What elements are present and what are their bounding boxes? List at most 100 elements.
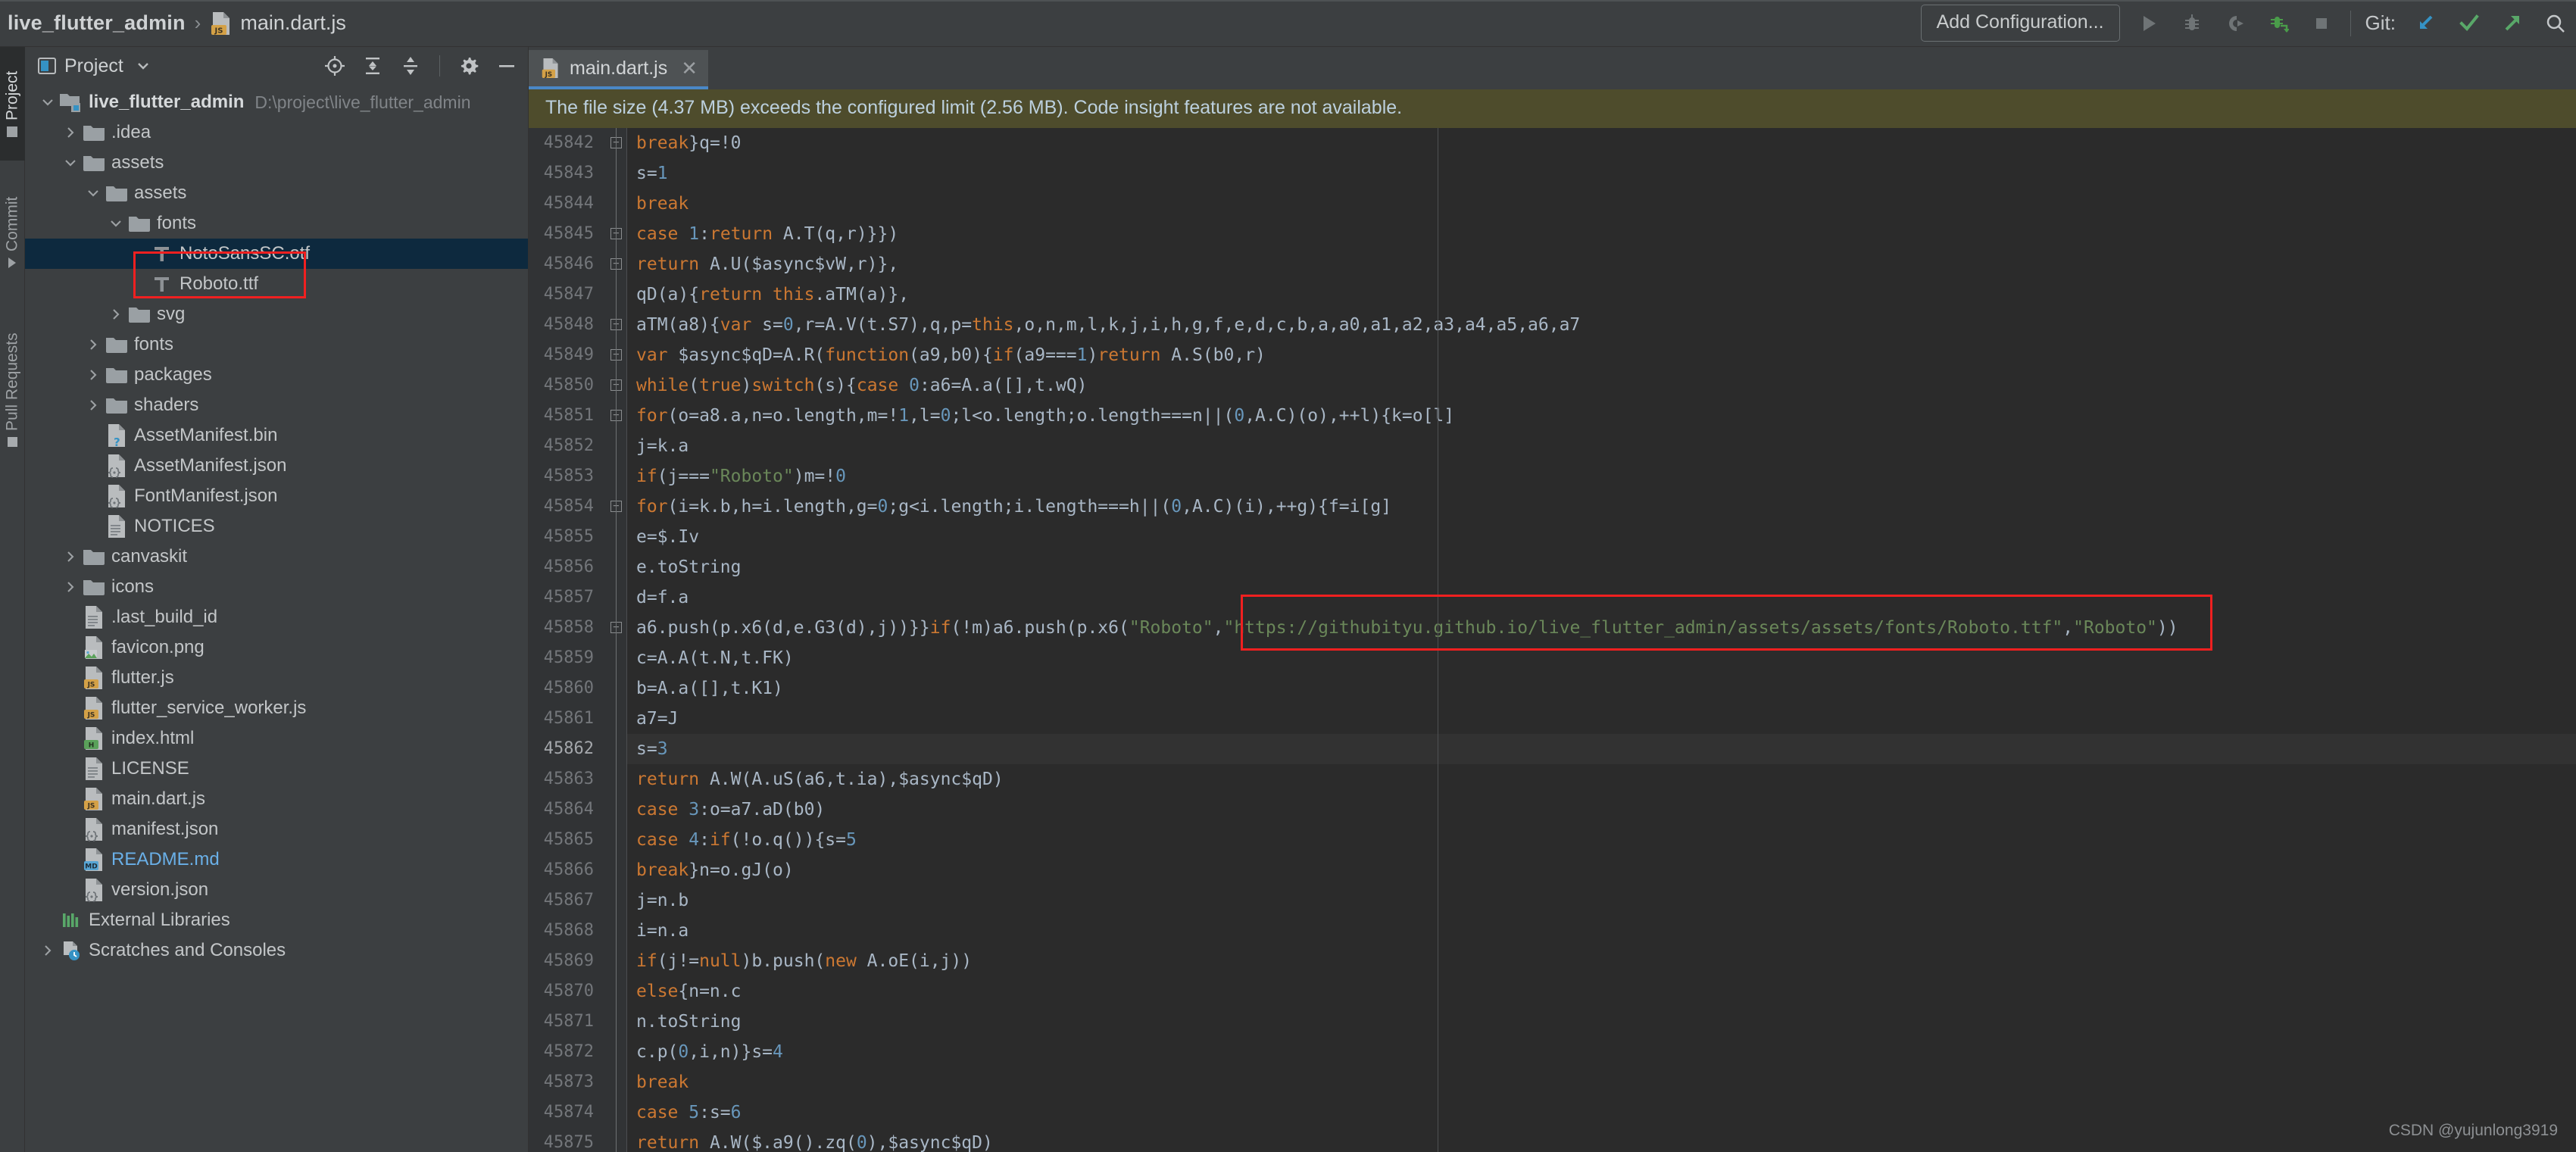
chevron-down-icon[interactable] [105, 216, 126, 231]
tree-row-assetmanifest-json[interactable]: AssetManifest.json [25, 451, 528, 481]
tree-row-packages[interactable]: packages [25, 360, 528, 390]
git-update-icon[interactable] [2412, 9, 2440, 38]
code-line[interactable]: case 4:if(!o.q()){s=5 [627, 825, 2576, 855]
git-push-icon[interactable] [2498, 9, 2527, 38]
code-line[interactable]: case 1:return A.T(q,r)}}) [627, 219, 2576, 249]
tree-row--last-build-id[interactable]: .last_build_id [25, 602, 528, 632]
tree-row-canvaskit[interactable]: canvaskit [25, 542, 528, 572]
expand-all-icon[interactable] [361, 54, 385, 78]
locate-icon[interactable] [323, 54, 347, 78]
code-line[interactable]: e=$.Iv [627, 522, 2576, 552]
code-line[interactable]: e.toString [627, 552, 2576, 582]
code-line[interactable]: for(i=k.b,h=i.length,g=0;g<i.length;i.le… [627, 492, 2576, 522]
code-viewport[interactable]: 45842 45843 45844 45845 45846 45847 45848 45849… [529, 128, 2576, 1152]
code-line[interactable]: var $async$qD=A.R(function(a9,b0){if(a9=… [627, 340, 2576, 370]
chevron-right-icon[interactable] [83, 398, 104, 413]
tree-row-assets[interactable]: assets [25, 178, 528, 208]
run-icon[interactable] [2134, 9, 2163, 38]
tree-row--idea[interactable]: .idea [25, 117, 528, 148]
code-line[interactable]: else{n=n.c [627, 976, 2576, 1007]
chevron-down-icon[interactable] [83, 186, 104, 201]
tree-row-version-json[interactable]: version.json [25, 875, 528, 905]
tree-row-flutter-service-worker-js[interactable]: JS flutter_service_worker.js [25, 693, 528, 723]
tree-row-notices[interactable]: NOTICES [25, 511, 528, 542]
code-line[interactable]: s=1 [627, 158, 2576, 189]
code-line[interactable]: a6.push(p.x6(d,e.G3(d),j))}}if(!m)a6.pus… [627, 613, 2576, 643]
breadcrumb-project[interactable]: live_flutter_admin [8, 11, 186, 35]
tree-row-assetmanifest-bin[interactable]: ? AssetManifest.bin [25, 420, 528, 451]
tree-row-scratches-and-consoles[interactable]: Scratches and Consoles [25, 935, 528, 966]
code-line[interactable]: d=f.a [627, 582, 2576, 613]
chevron-right-icon[interactable] [83, 367, 104, 382]
collapse-all-icon[interactable] [398, 54, 423, 78]
stop-icon[interactable] [2307, 9, 2336, 38]
code-line[interactable]: if(j==="Roboto")m=!0 [627, 461, 2576, 492]
tree-row-live-flutter-admin[interactable]: live_flutter_admin D:\project\live_flutte… [25, 87, 528, 117]
code-line[interactable]: s=3 [627, 734, 2576, 764]
code-line[interactable]: while(true)switch(s){case 0:a6=A.a([],t.… [627, 370, 2576, 401]
project-tree[interactable]: live_flutter_admin D:\project\live_flutte… [25, 85, 528, 1152]
tree-row-external-libraries[interactable]: External Libraries [25, 905, 528, 935]
profile-icon[interactable] [2264, 9, 2293, 38]
close-icon[interactable]: ✕ [676, 57, 698, 80]
code-line[interactable]: b=A.a([],t.K1) [627, 673, 2576, 704]
tree-row-flutter-js[interactable]: JS flutter.js [25, 663, 528, 693]
git-commit-icon[interactable] [2455, 9, 2484, 38]
chevron-down-icon[interactable] [136, 58, 151, 73]
add-configuration-button[interactable]: Add Configuration... [1920, 5, 2120, 42]
code-line[interactable]: aTM(a8){var s=0,r=A.V(t.S7),q,p=this,o,n… [627, 310, 2576, 340]
minimize-icon[interactable] [495, 54, 519, 78]
code-line[interactable]: c.p(0,i,n)}s=4 [627, 1037, 2576, 1067]
tree-row-fonts[interactable]: fonts [25, 208, 528, 239]
chevron-down-icon[interactable] [37, 95, 58, 110]
search-icon[interactable] [2541, 9, 2570, 38]
code-line[interactable]: j=k.a [627, 431, 2576, 461]
code-line[interactable]: return A.U($async$vW,r)}, [627, 249, 2576, 279]
gear-icon[interactable] [457, 54, 481, 78]
chevron-right-icon[interactable] [60, 125, 81, 140]
tree-row-main-dart-js[interactable]: JS main.dart.js [25, 784, 528, 814]
chevron-right-icon[interactable] [105, 307, 126, 322]
code-line[interactable]: case 3:o=a7.aD(b0) [627, 795, 2576, 825]
code-line[interactable]: if(j!=null)b.push(new A.oE(i,j)) [627, 946, 2576, 976]
tree-row-fonts[interactable]: fonts [25, 329, 528, 360]
code-line[interactable]: i=n.a [627, 916, 2576, 946]
chevron-right-icon[interactable] [60, 579, 81, 595]
chevron-right-icon[interactable] [37, 943, 58, 958]
tool-tab-project[interactable]: Project [0, 47, 25, 161]
tool-tab-commit[interactable]: Commit [0, 172, 25, 293]
tree-row-index-html[interactable]: Hindex.html [25, 723, 528, 754]
run-with-coverage-icon[interactable] [2221, 9, 2250, 38]
tree-row-fontmanifest-json[interactable]: FontManifest.json [25, 481, 528, 511]
code-line[interactable]: case 5:s=6 [627, 1097, 2576, 1128]
tree-row-shaders[interactable]: shaders [25, 390, 528, 420]
breadcrumb-file[interactable]: main.dart.js [240, 11, 346, 35]
tree-row-icons[interactable]: icons [25, 572, 528, 602]
tree-row-readme-md[interactable]: MD README.md [25, 844, 528, 875]
code-line[interactable]: n.toString [627, 1007, 2576, 1037]
tree-row-manifest-json[interactable]: manifest.json [25, 814, 528, 844]
chevron-right-icon[interactable] [83, 337, 104, 352]
tool-tab-pull-requests[interactable]: Pull Requests [0, 308, 25, 471]
code-line[interactable]: break [627, 1067, 2576, 1097]
code-folding-gutter[interactable]: −−−−−−−−− [604, 128, 627, 1152]
tree-row-assets[interactable]: assets [25, 148, 528, 178]
code-line[interactable]: return A.W($.a9().zq(0),$async$qD) [627, 1128, 2576, 1152]
code-text-area[interactable]: break}q=!0 s=1 break case 1:return A.T(q,r)… [627, 128, 2576, 1152]
chevron-right-icon[interactable] [60, 549, 81, 564]
code-line[interactable]: break [627, 189, 2576, 219]
chevron-down-icon[interactable] [60, 155, 81, 170]
code-line[interactable]: c=A.A(t.N,t.FK) [627, 643, 2576, 673]
code-line[interactable]: for(o=a8.a,n=o.length,m=!1,l=0;l<o.lengt… [627, 401, 2576, 431]
debug-icon[interactable] [2178, 9, 2206, 38]
tree-row-notosanssc-otf[interactable]: NotoSansSC.otf [25, 239, 528, 269]
code-line[interactable]: break}n=o.gJ(o) [627, 855, 2576, 885]
code-line[interactable]: j=n.b [627, 885, 2576, 916]
tree-row-license[interactable]: LICENSE [25, 754, 528, 784]
code-line[interactable]: break}q=!0 [627, 128, 2576, 158]
code-line[interactable]: a7=J [627, 704, 2576, 734]
editor-tab-main-dart-js[interactable]: JS main.dart.js ✕ [529, 50, 709, 89]
tree-row-favicon-png[interactable]: favicon.png [25, 632, 528, 663]
tree-row-roboto-ttf[interactable]: Roboto.ttf [25, 269, 528, 299]
code-line[interactable]: qD(a){return this.aTM(a)}, [627, 279, 2576, 310]
